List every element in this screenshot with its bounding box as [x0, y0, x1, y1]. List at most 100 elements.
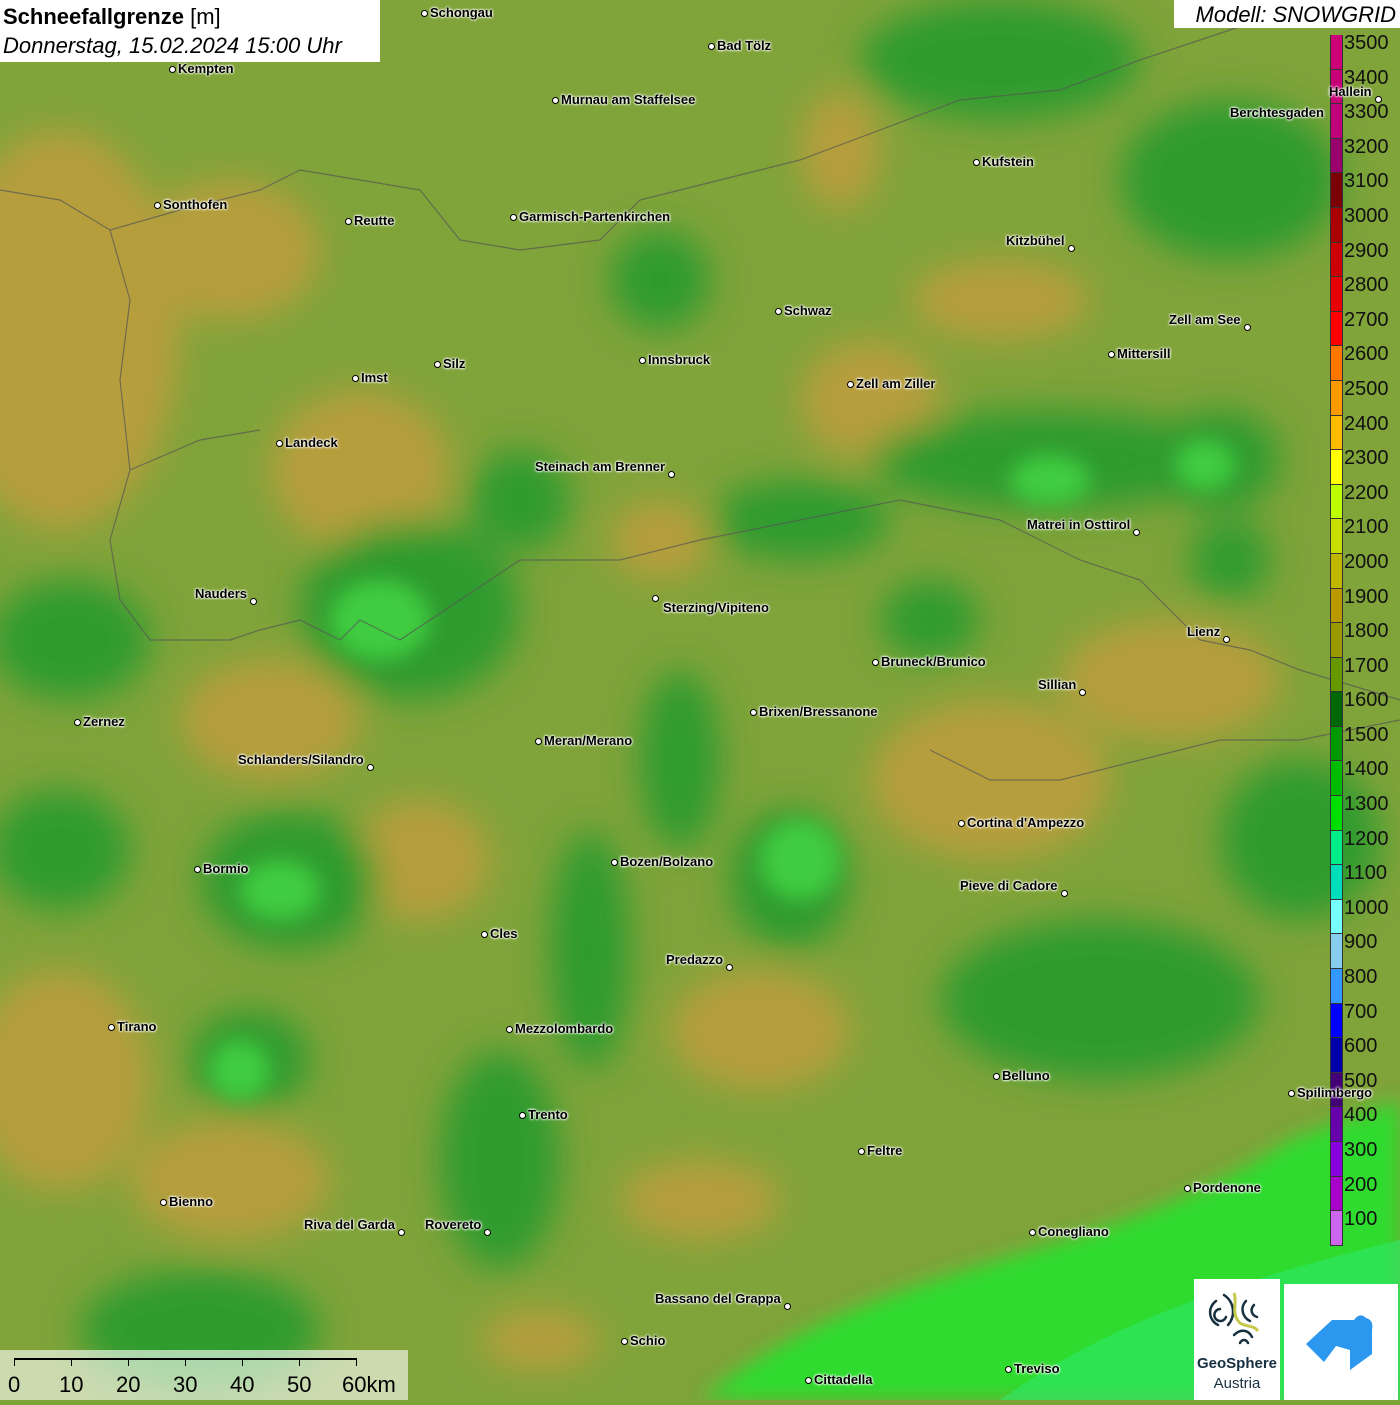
- legend-label: 900: [1344, 931, 1378, 954]
- legend-swatch: [1330, 380, 1343, 416]
- city-label: Sillian: [1038, 677, 1077, 692]
- city-marker: [667, 470, 675, 478]
- city-label: Riva del Garda: [304, 1217, 396, 1232]
- geosphere-logo[interactable]: GeoSphere Austria: [1194, 1279, 1280, 1400]
- city-label: Bruneck/Brunico: [881, 654, 986, 669]
- city-label: Bienno: [169, 1194, 214, 1209]
- city-label: Bassano del Grappa: [655, 1291, 781, 1306]
- snow-app-logo[interactable]: [1284, 1284, 1398, 1400]
- legend-swatch: [1330, 450, 1343, 485]
- legend-swatch: [1330, 35, 1343, 70]
- city-marker: [992, 1072, 1000, 1080]
- legend-label: 2800: [1344, 274, 1389, 297]
- scale-label: 50: [287, 1372, 312, 1397]
- city-marker: [344, 217, 352, 225]
- title-unit: [m]: [190, 4, 221, 29]
- legend-label: 2200: [1344, 481, 1389, 504]
- legend-labels: 3500 3400 3300 3200 3100 3000 2900 2800 2700 2600…: [1344, 32, 1389, 1246]
- city-marker: [1067, 244, 1075, 252]
- legend-swatch: [1330, 173, 1343, 208]
- legend-label: 1600: [1344, 689, 1389, 712]
- legend-label: 1300: [1344, 793, 1389, 816]
- legend-label: 1400: [1344, 758, 1389, 781]
- city-label: Schlanders/Silandro: [238, 752, 364, 767]
- city-label: Zell am Ziller: [856, 376, 936, 391]
- legend-label: 2100: [1344, 516, 1389, 539]
- legend-swatch: [1330, 415, 1343, 451]
- scale-label: 20: [116, 1372, 141, 1397]
- legend-label: 3500: [1344, 32, 1389, 54]
- scale-label: 40: [230, 1372, 255, 1397]
- legend-label: 3100: [1344, 170, 1389, 193]
- city-marker: [783, 1302, 791, 1310]
- city-marker: [972, 158, 980, 166]
- city-label: Spilimbergo: [1297, 1085, 1373, 1100]
- city-marker: [518, 1111, 526, 1119]
- city-label: Kempten: [178, 61, 234, 76]
- legend-label: 1500: [1344, 723, 1389, 746]
- legend-swatch: [1330, 553, 1343, 589]
- city-label: Tirano: [117, 1019, 157, 1034]
- city-marker: [1028, 1228, 1036, 1236]
- city-label: Mezzolombardo: [515, 1021, 614, 1036]
- legend-swatch: [1330, 1211, 1343, 1246]
- city-label: Innsbruck: [648, 352, 711, 367]
- city-label: Treviso: [1014, 1361, 1060, 1376]
- city-label: Nauders: [195, 586, 248, 601]
- legend-swatch: [1330, 207, 1343, 243]
- city-label: Sonthofen: [163, 197, 228, 212]
- city-label: Mittersill: [1117, 346, 1171, 361]
- city-label: Garmisch-Partenkirchen: [519, 209, 671, 224]
- legend-swatch: [1330, 796, 1343, 831]
- legend-swatch: [1330, 484, 1343, 520]
- city-label: Silz: [443, 356, 466, 371]
- legend-label: 1000: [1344, 896, 1389, 919]
- legend-label: 300: [1344, 1139, 1378, 1161]
- city-marker: [351, 374, 359, 382]
- legend-label: 800: [1344, 966, 1378, 989]
- city-marker: [366, 763, 374, 771]
- city-marker: [1183, 1184, 1191, 1192]
- city-marker: [1004, 1365, 1012, 1373]
- legend-label: 700: [1344, 1000, 1378, 1023]
- legend-label: 2900: [1344, 239, 1389, 262]
- city-marker: [1374, 95, 1382, 103]
- scale-bar: 0 10 20 30 40 50 60km: [0, 1350, 408, 1400]
- legend-swatch: [1330, 1003, 1343, 1039]
- city-marker: [551, 96, 559, 104]
- city-marker: [168, 65, 176, 73]
- legend-swatch: [1330, 588, 1343, 624]
- city-marker: [871, 658, 879, 666]
- legend-swatch: [1330, 104, 1343, 139]
- city-label: Cittadella: [814, 1372, 873, 1387]
- city-label: Pordenone: [1193, 1180, 1261, 1195]
- geosphere-country: Austria: [1213, 1375, 1261, 1392]
- legend-swatch: [1330, 899, 1343, 935]
- city-marker: [1060, 889, 1068, 897]
- legend-swatch: [1330, 346, 1343, 381]
- city-label: Lienz: [1187, 624, 1221, 639]
- city-label: Bormio: [203, 861, 249, 876]
- city-marker: [638, 356, 646, 364]
- legend-label: 2400: [1344, 412, 1389, 435]
- city-marker: [804, 1376, 812, 1384]
- city-label: Schwaz: [784, 303, 832, 318]
- legend-label: 3300: [1344, 101, 1389, 124]
- city-marker: [1243, 323, 1251, 331]
- scale-label: 60km: [342, 1372, 396, 1397]
- legend-swatch: [1330, 934, 1343, 970]
- legend-label: 3000: [1344, 204, 1389, 227]
- city-marker: [534, 737, 542, 745]
- legend-swatch: [1330, 969, 1343, 1004]
- legend-label: 1700: [1344, 654, 1389, 677]
- scale-label: 0: [8, 1372, 21, 1397]
- city-marker: [620, 1337, 628, 1345]
- city-label: Bozen/Bolzano: [620, 854, 714, 869]
- legend-label: 2300: [1344, 447, 1389, 470]
- legend-label: 1800: [1344, 620, 1389, 643]
- city-marker: [509, 213, 517, 221]
- legend-label: 600: [1344, 1035, 1378, 1058]
- city-label: Meran/Merano: [544, 733, 633, 748]
- legend-swatch: [1330, 1038, 1343, 1073]
- legend-label: 2600: [1344, 343, 1389, 366]
